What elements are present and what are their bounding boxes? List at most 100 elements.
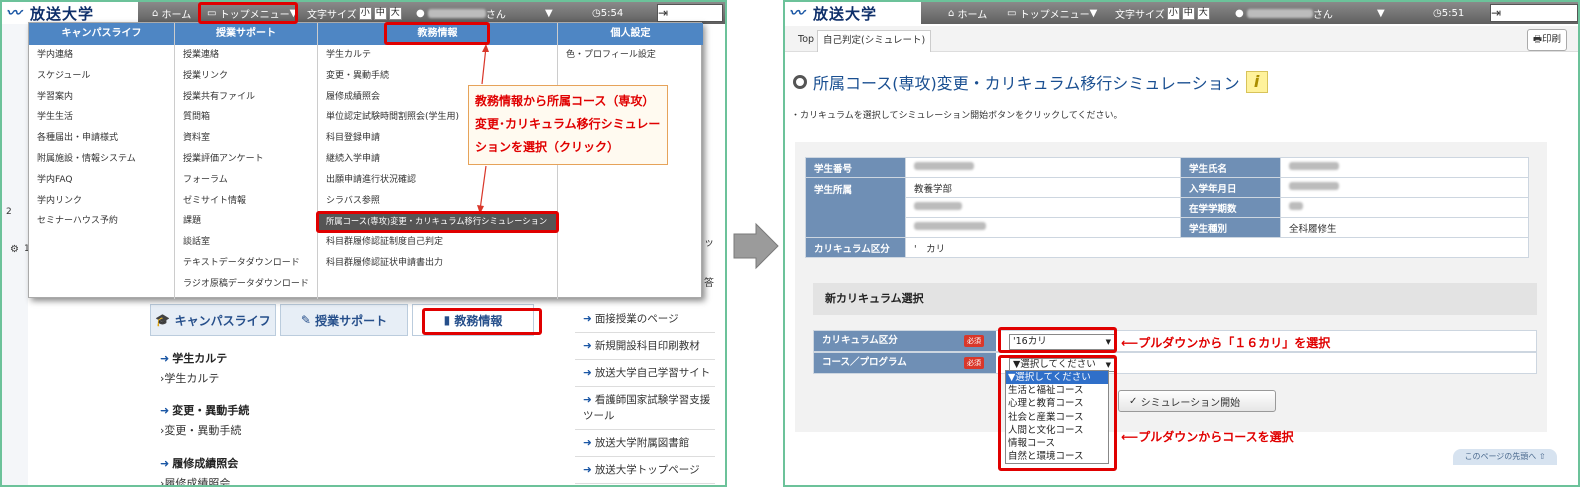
affiliation-detail — [905, 197, 1181, 218]
info-icon[interactable]: i — [1245, 71, 1268, 93]
quick-link-item[interactable]: ➜ 放送大学トップページ — [575, 457, 715, 484]
title-bullet-icon — [793, 75, 807, 89]
user-menu-caret-icon[interactable]: ▼ — [1377, 6, 1385, 20]
menu-item[interactable]: 各種届出・申請様式 — [29, 128, 174, 149]
menu-item[interactable]: 色・プロフィール設定 — [558, 45, 703, 66]
affiliation-value: 教養学部 — [905, 177, 1181, 198]
quick-link-item[interactable]: ➜ 放送大学附属図書館 — [575, 430, 715, 457]
logout-button[interactable]: ⇥ — [1490, 4, 1578, 22]
quick-link-item[interactable]: ➜ 面接授業のページ — [575, 306, 715, 333]
course-option[interactable]: 心理と教育コース — [1006, 397, 1108, 410]
course-select-row: コース／プログラム 必須 — [813, 352, 1537, 374]
course-option[interactable]: 生活と福祉コース — [1006, 384, 1108, 397]
quick-links: ➜ 面接授業のページ ➜ 新規開設科目印刷教材 ➜ 放送大学自己学習サイト ➜ 看護師国… — [575, 306, 715, 484]
menu-item[interactable]: セミナーハウス予約 — [29, 211, 174, 232]
font-large-button[interactable]: 大 — [1196, 6, 1210, 20]
breadcrumb-top[interactable]: Top — [793, 30, 819, 52]
menu-item[interactable]: 出願申請進行状況確認 — [318, 170, 557, 191]
highlight-curriculum-select — [998, 327, 1117, 353]
font-small-button[interactable]: 小 — [358, 6, 372, 20]
start-simulation-button[interactable]: ✓ シミュレーション開始 — [1118, 390, 1276, 412]
breadcrumb-current-tab[interactable]: 自己判定(シミュレート) — [817, 30, 932, 52]
menu-item[interactable]: 学内連絡 — [29, 45, 174, 66]
menu-column-campus-life: キャンパスライフ 学内連絡 スケジュール 学習案内 学生生活 各種届出・申請様式… — [29, 23, 175, 299]
clock-icon: ◷ — [592, 7, 601, 19]
menu-item[interactable]: 談話室 — [175, 232, 317, 253]
annotation-curriculum: ⟵プルダウンから「１６カリ」を選択 — [1121, 336, 1331, 350]
user-name: ● さん — [1235, 7, 1333, 21]
menu-item[interactable]: 授業評価アンケート — [175, 149, 317, 170]
home-link[interactable]: ⌂ ホーム — [152, 6, 191, 21]
topmenu-button[interactable]: ▭ トップメニュー ▼ — [1007, 6, 1097, 21]
logout-icon: ⇥ — [658, 6, 669, 20]
tab-class-support[interactable]: ✎ 授業サポート — [280, 304, 408, 336]
page-title: 所属コース(専攻)変更・カリキュラム移行シミュレーション i — [793, 70, 1268, 94]
user-icon: ● — [1235, 7, 1244, 19]
menu-item[interactable]: 附属施設・情報システム — [29, 149, 174, 170]
student-name-value — [1280, 157, 1529, 178]
menu-header: 授業サポート — [175, 23, 317, 45]
menu-item[interactable]: 学生生活 — [29, 107, 174, 128]
university-logo[interactable]: 〰放送大学 — [785, 2, 921, 24]
highlight-academic-header — [384, 22, 490, 45]
logout-icon: ⇥ — [1491, 6, 1502, 20]
menu-item[interactable]: 科目群履修認証状申請書出力 — [318, 253, 557, 274]
font-large-button[interactable]: 大 — [388, 6, 402, 20]
link-grades[interactable]: ›履修成績照会 — [160, 475, 238, 485]
left-screenshot-panel: 〰放送大学 ⌂ ホーム ▭ トップメニュー ▼ 文字サイズ 小中大 ● さん ▼ … — [0, 0, 727, 487]
mortarboard-icon: 🎓 — [155, 313, 171, 327]
menu-item[interactable]: ラジオ原稿データダウンロード — [175, 274, 317, 295]
menu-item[interactable]: スケジュール — [29, 66, 174, 87]
course-option[interactable]: 情報コース — [1006, 437, 1108, 450]
menu-item[interactable]: 学生カルテ — [318, 45, 557, 66]
current-curriculum-label: カリキュラム区分 — [805, 237, 906, 258]
session-timer: ◷ 5:51 — [1433, 7, 1465, 19]
course-option[interactable]: 社会と産業コース — [1006, 411, 1108, 424]
menu-item[interactable]: 変更・異動手続 — [318, 66, 557, 87]
menu-item[interactable]: 学内FAQ — [29, 170, 174, 191]
menu-item[interactable]: 質問箱 — [175, 107, 317, 128]
quick-link-item[interactable]: ➜ 新規開設科目印刷教材 — [575, 333, 715, 360]
annotation-course: ⟵プルダウンからコースを選択 — [1121, 430, 1294, 444]
gear-icon[interactable]: ⚙ — [10, 244, 19, 255]
link-change-procedure[interactable]: ›変更・異動手続 — [160, 422, 249, 438]
logo-mark-icon: 〰 — [6, 4, 22, 22]
highlight-simulation-item — [316, 211, 559, 233]
menu-item[interactable]: ゼミサイト情報 — [175, 191, 317, 212]
menu-item[interactable]: フォーラム — [175, 170, 317, 191]
font-small-button[interactable]: 小 — [1166, 6, 1180, 20]
menu-item[interactable]: 授業連絡 — [175, 45, 317, 66]
next-step-arrow-icon — [733, 222, 779, 270]
new-curriculum-section-header: 新カリキュラム選択 — [813, 283, 1537, 315]
link-student-record[interactable]: ›学生カルテ — [160, 370, 227, 386]
menu-item[interactable]: 学内リンク — [29, 191, 174, 212]
print-button[interactable]: 🖶印刷 — [1527, 29, 1567, 51]
menu-item[interactable]: 科目群履修認証制度自己判定 — [318, 232, 557, 253]
home-icon: ⌂ — [948, 7, 955, 19]
redacted-name — [1246, 8, 1313, 18]
highlight-topmenu — [198, 2, 298, 24]
page-top-link[interactable]: このページの先頭へ ⇧ — [1453, 449, 1557, 465]
student-number-label: 学生番号 — [805, 157, 906, 178]
course-option[interactable]: 自然と環境コース — [1006, 450, 1108, 463]
course-option[interactable]: ▼選択してください — [1006, 371, 1108, 385]
menu-item[interactable]: テキストデータダウンロード — [175, 253, 317, 274]
university-logo[interactable]: 〰放送大学 — [2, 2, 138, 24]
home-icon: ⌂ — [152, 7, 159, 19]
logout-button[interactable]: ⇥ — [657, 4, 723, 22]
course-option[interactable]: 人間と文化コース — [1006, 424, 1108, 437]
menu-item[interactable]: 授業リンク — [175, 66, 317, 87]
home-link[interactable]: ⌂ ホーム — [948, 6, 987, 21]
font-medium-button[interactable]: 中 — [1181, 6, 1195, 20]
font-medium-button[interactable]: 中 — [373, 6, 387, 20]
menu-item[interactable]: シラバス参照 — [318, 191, 557, 212]
menu-item[interactable]: 課題 — [175, 211, 317, 232]
quick-link-item[interactable]: ➜ 放送大学自己学習サイト — [575, 360, 715, 387]
menu-item[interactable]: 資料室 — [175, 128, 317, 149]
quick-link-item[interactable]: ➜ 看護師国家試験学習支援ツール — [575, 387, 715, 430]
user-menu-caret-icon[interactable]: ▼ — [545, 6, 553, 20]
menu-item[interactable]: 授業共有ファイル — [175, 87, 317, 108]
menu-item[interactable]: 学習案内 — [29, 87, 174, 108]
enrollment-date-label: 入学年月日 — [1180, 177, 1281, 198]
tab-campus-life[interactable]: 🎓 キャンパスライフ — [150, 304, 276, 336]
